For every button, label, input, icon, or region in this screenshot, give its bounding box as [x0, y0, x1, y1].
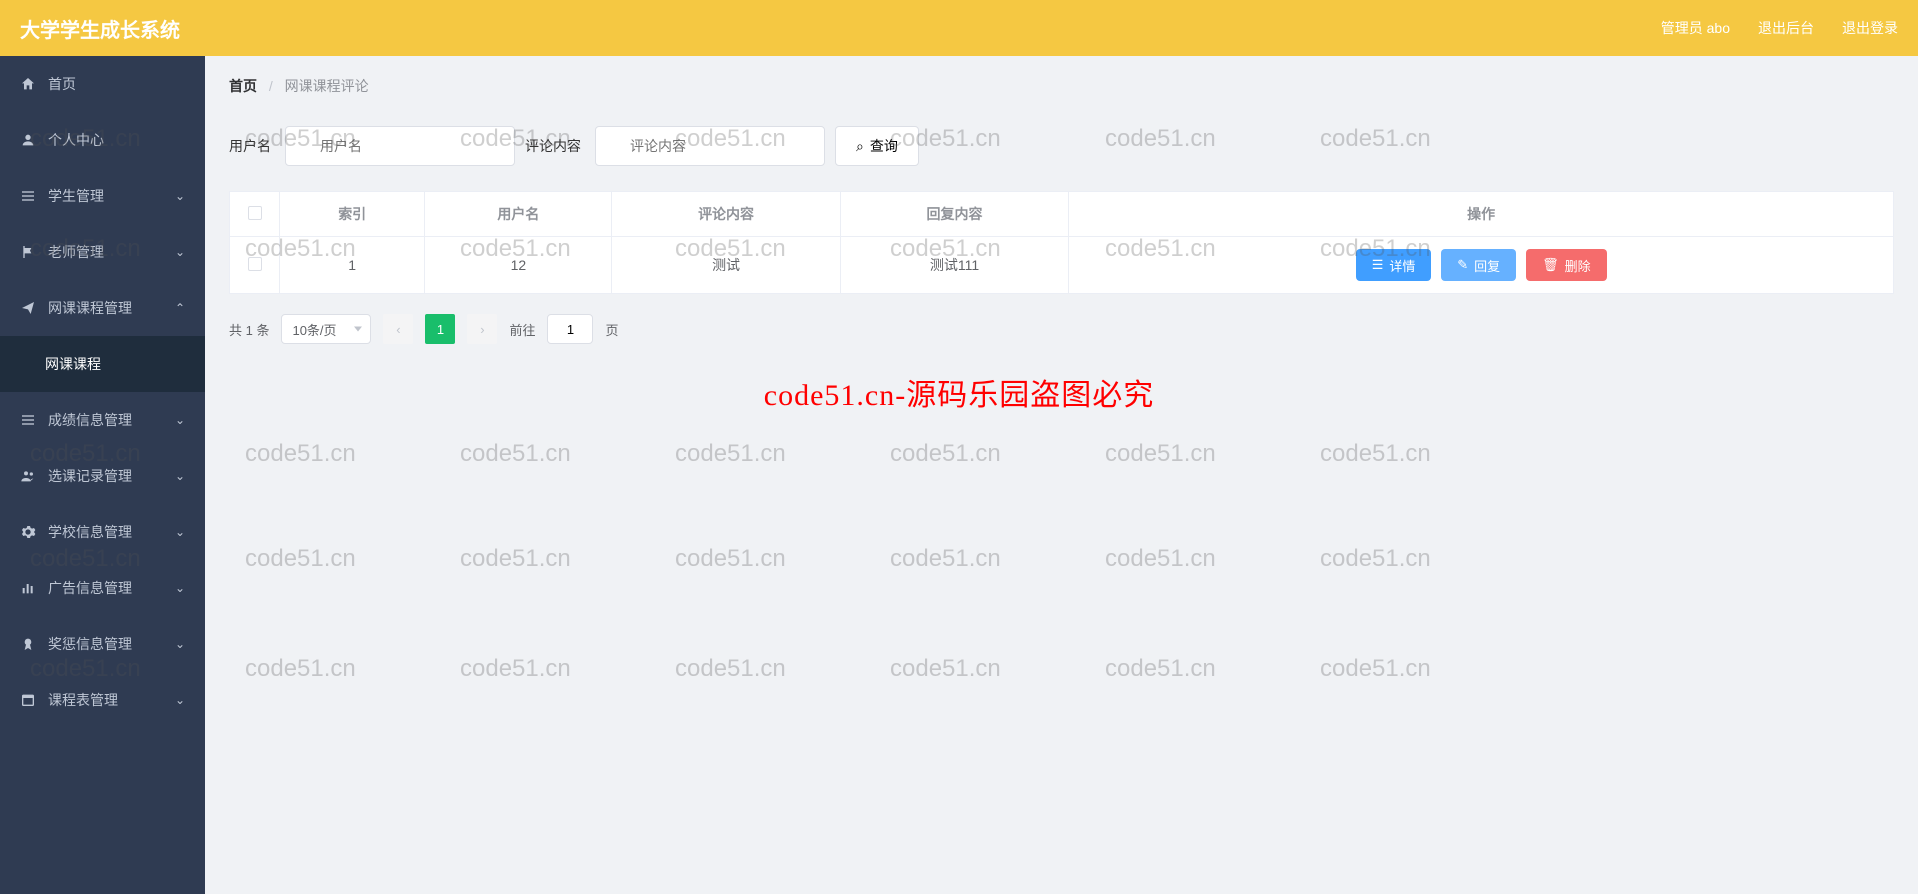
sidebar-item-label: 网课课程管理: [48, 298, 132, 318]
sidebar-item-reward[interactable]: 奖惩信息管理 ⌄: [0, 616, 205, 672]
pagination-total: 共 1 条: [229, 320, 269, 339]
home-icon: [20, 76, 36, 92]
sidebar-item-student[interactable]: 学生管理 ⌄: [0, 168, 205, 224]
header-comment: 评论内容: [612, 192, 840, 237]
username-input[interactable]: [285, 126, 515, 166]
cell-username: 12: [425, 237, 612, 294]
page-size-select[interactable]: 10条/页: [281, 314, 371, 344]
next-page-button[interactable]: ›: [467, 314, 497, 344]
goto-page-input[interactable]: [547, 314, 593, 344]
logout-link[interactable]: 退出登录: [1842, 18, 1898, 38]
sidebar-item-score[interactable]: 成绩信息管理 ⌄: [0, 392, 205, 448]
sidebar-item-label: 选课记录管理: [48, 466, 132, 486]
row-checkbox[interactable]: [248, 257, 262, 271]
sidebar-item-enroll[interactable]: 选课记录管理 ⌄: [0, 448, 205, 504]
cell-reply: 测试111: [840, 237, 1068, 294]
sidebar-item-label: 网课课程: [45, 354, 101, 374]
cell-actions: ☰ 详情 ✎ 回复 🗑 删除: [1069, 237, 1894, 294]
sidebar-item-course[interactable]: 网课课程管理 ⌃: [0, 280, 205, 336]
header-index: 索引: [280, 192, 425, 237]
edit-icon: ✎: [1457, 257, 1468, 273]
prev-page-button[interactable]: ‹: [383, 314, 413, 344]
sidebar-item-label: 学生管理: [48, 186, 104, 206]
breadcrumb: 首页 / 网课课程评论: [229, 76, 1894, 96]
header-reply: 回复内容: [840, 192, 1068, 237]
user-label[interactable]: 管理员 abo: [1661, 18, 1730, 38]
pagination: 共 1 条 10条/页 ‹ 1 › 前往 页: [229, 314, 1894, 344]
user-icon: [20, 132, 36, 148]
flag-icon: [20, 244, 36, 260]
sidebar-item-teacher[interactable]: 老师管理 ⌄: [0, 224, 205, 280]
comment-input[interactable]: [595, 126, 825, 166]
sidebar-item-school[interactable]: 学校信息管理 ⌄: [0, 504, 205, 560]
chevron-down-icon: ⌄: [175, 525, 185, 539]
detail-icon: ☰: [1372, 257, 1384, 273]
sidebar-item-home[interactable]: 首页: [0, 56, 205, 112]
sidebar-item-label: 广告信息管理: [48, 578, 132, 598]
data-table: 索引 用户名 评论内容 回复内容 操作 1 12 测试 测试111 ☰: [229, 191, 1894, 294]
sidebar-item-label: 首页: [48, 74, 76, 94]
header-actions: 管理员 abo 退出后台 退出登录: [1661, 18, 1898, 38]
header-checkbox-cell: [230, 192, 280, 237]
chevron-up-icon: ⌃: [175, 301, 185, 315]
chevron-down-icon: ⌄: [175, 245, 185, 259]
header-action: 操作: [1069, 192, 1894, 237]
cell-comment: 测试: [612, 237, 840, 294]
chevron-down-icon: ⌄: [175, 469, 185, 483]
reply-button[interactable]: ✎ 回复: [1441, 249, 1516, 281]
sidebar-item-label: 老师管理: [48, 242, 104, 262]
sidebar-item-label: 成绩信息管理: [48, 410, 132, 430]
main-content: 首页 / 网课课程评论 用户名 ⌕ 评论内容 ⌕ ⌕ 查询: [205, 56, 1918, 894]
sidebar-item-label: 奖惩信息管理: [48, 634, 132, 654]
search-bar: 用户名 ⌕ 评论内容 ⌕ ⌕ 查询: [229, 126, 1894, 166]
chevron-down-icon: ⌄: [175, 637, 185, 651]
chevron-down-icon: ⌄: [175, 581, 185, 595]
goto-suffix: 页: [605, 320, 618, 339]
list-icon: [20, 412, 36, 428]
breadcrumb-sep: /: [269, 78, 273, 94]
delete-button[interactable]: 🗑 删除: [1526, 249, 1607, 281]
sidebar-item-ads[interactable]: 广告信息管理 ⌄: [0, 560, 205, 616]
chevron-down-icon: ⌄: [175, 413, 185, 427]
gear-icon: [20, 524, 36, 540]
users-icon: [20, 468, 36, 484]
query-button[interactable]: ⌕ 查询: [835, 126, 919, 166]
award-icon: [20, 636, 36, 652]
detail-button[interactable]: ☰ 详情: [1356, 249, 1432, 281]
select-all-checkbox[interactable]: [248, 206, 262, 220]
table-row: 1 12 测试 测试111 ☰ 详情 ✎ 回复: [230, 237, 1894, 294]
sidebar: 首页 个人中心 学生管理 ⌄ 老师管理 ⌄ 网课: [0, 56, 205, 894]
search-icon: ⌕: [856, 138, 864, 155]
app-title: 大学学生成长系统: [20, 14, 180, 43]
sidebar-item-profile[interactable]: 个人中心: [0, 112, 205, 168]
sidebar-item-schedule[interactable]: 课程表管理 ⌄: [0, 672, 205, 728]
breadcrumb-current: 网课课程评论: [285, 78, 369, 94]
exit-backend-link[interactable]: 退出后台: [1758, 18, 1814, 38]
sidebar-item-label: 个人中心: [48, 130, 104, 150]
cell-index: 1: [280, 237, 425, 294]
header-username: 用户名: [425, 192, 612, 237]
send-icon: [20, 300, 36, 316]
sidebar-item-label: 课程表管理: [48, 690, 118, 710]
comment-label: 评论内容: [525, 136, 581, 156]
sidebar-item-label: 学校信息管理: [48, 522, 132, 542]
top-header: 大学学生成长系统 管理员 abo 退出后台 退出登录: [0, 0, 1918, 56]
chevron-down-icon: ⌄: [175, 693, 185, 707]
chart-icon: [20, 580, 36, 596]
username-label: 用户名: [229, 136, 271, 156]
goto-prefix: 前往: [509, 320, 535, 339]
query-button-label: 查询: [870, 136, 898, 156]
chevron-down-icon: ⌄: [175, 189, 185, 203]
page-1-button[interactable]: 1: [425, 314, 455, 344]
list-icon: [20, 188, 36, 204]
sidebar-subitem-online-course[interactable]: 网课课程: [0, 336, 205, 392]
calendar-icon: [20, 692, 36, 708]
trash-icon: 🗑: [1542, 257, 1559, 273]
breadcrumb-home[interactable]: 首页: [229, 78, 257, 94]
